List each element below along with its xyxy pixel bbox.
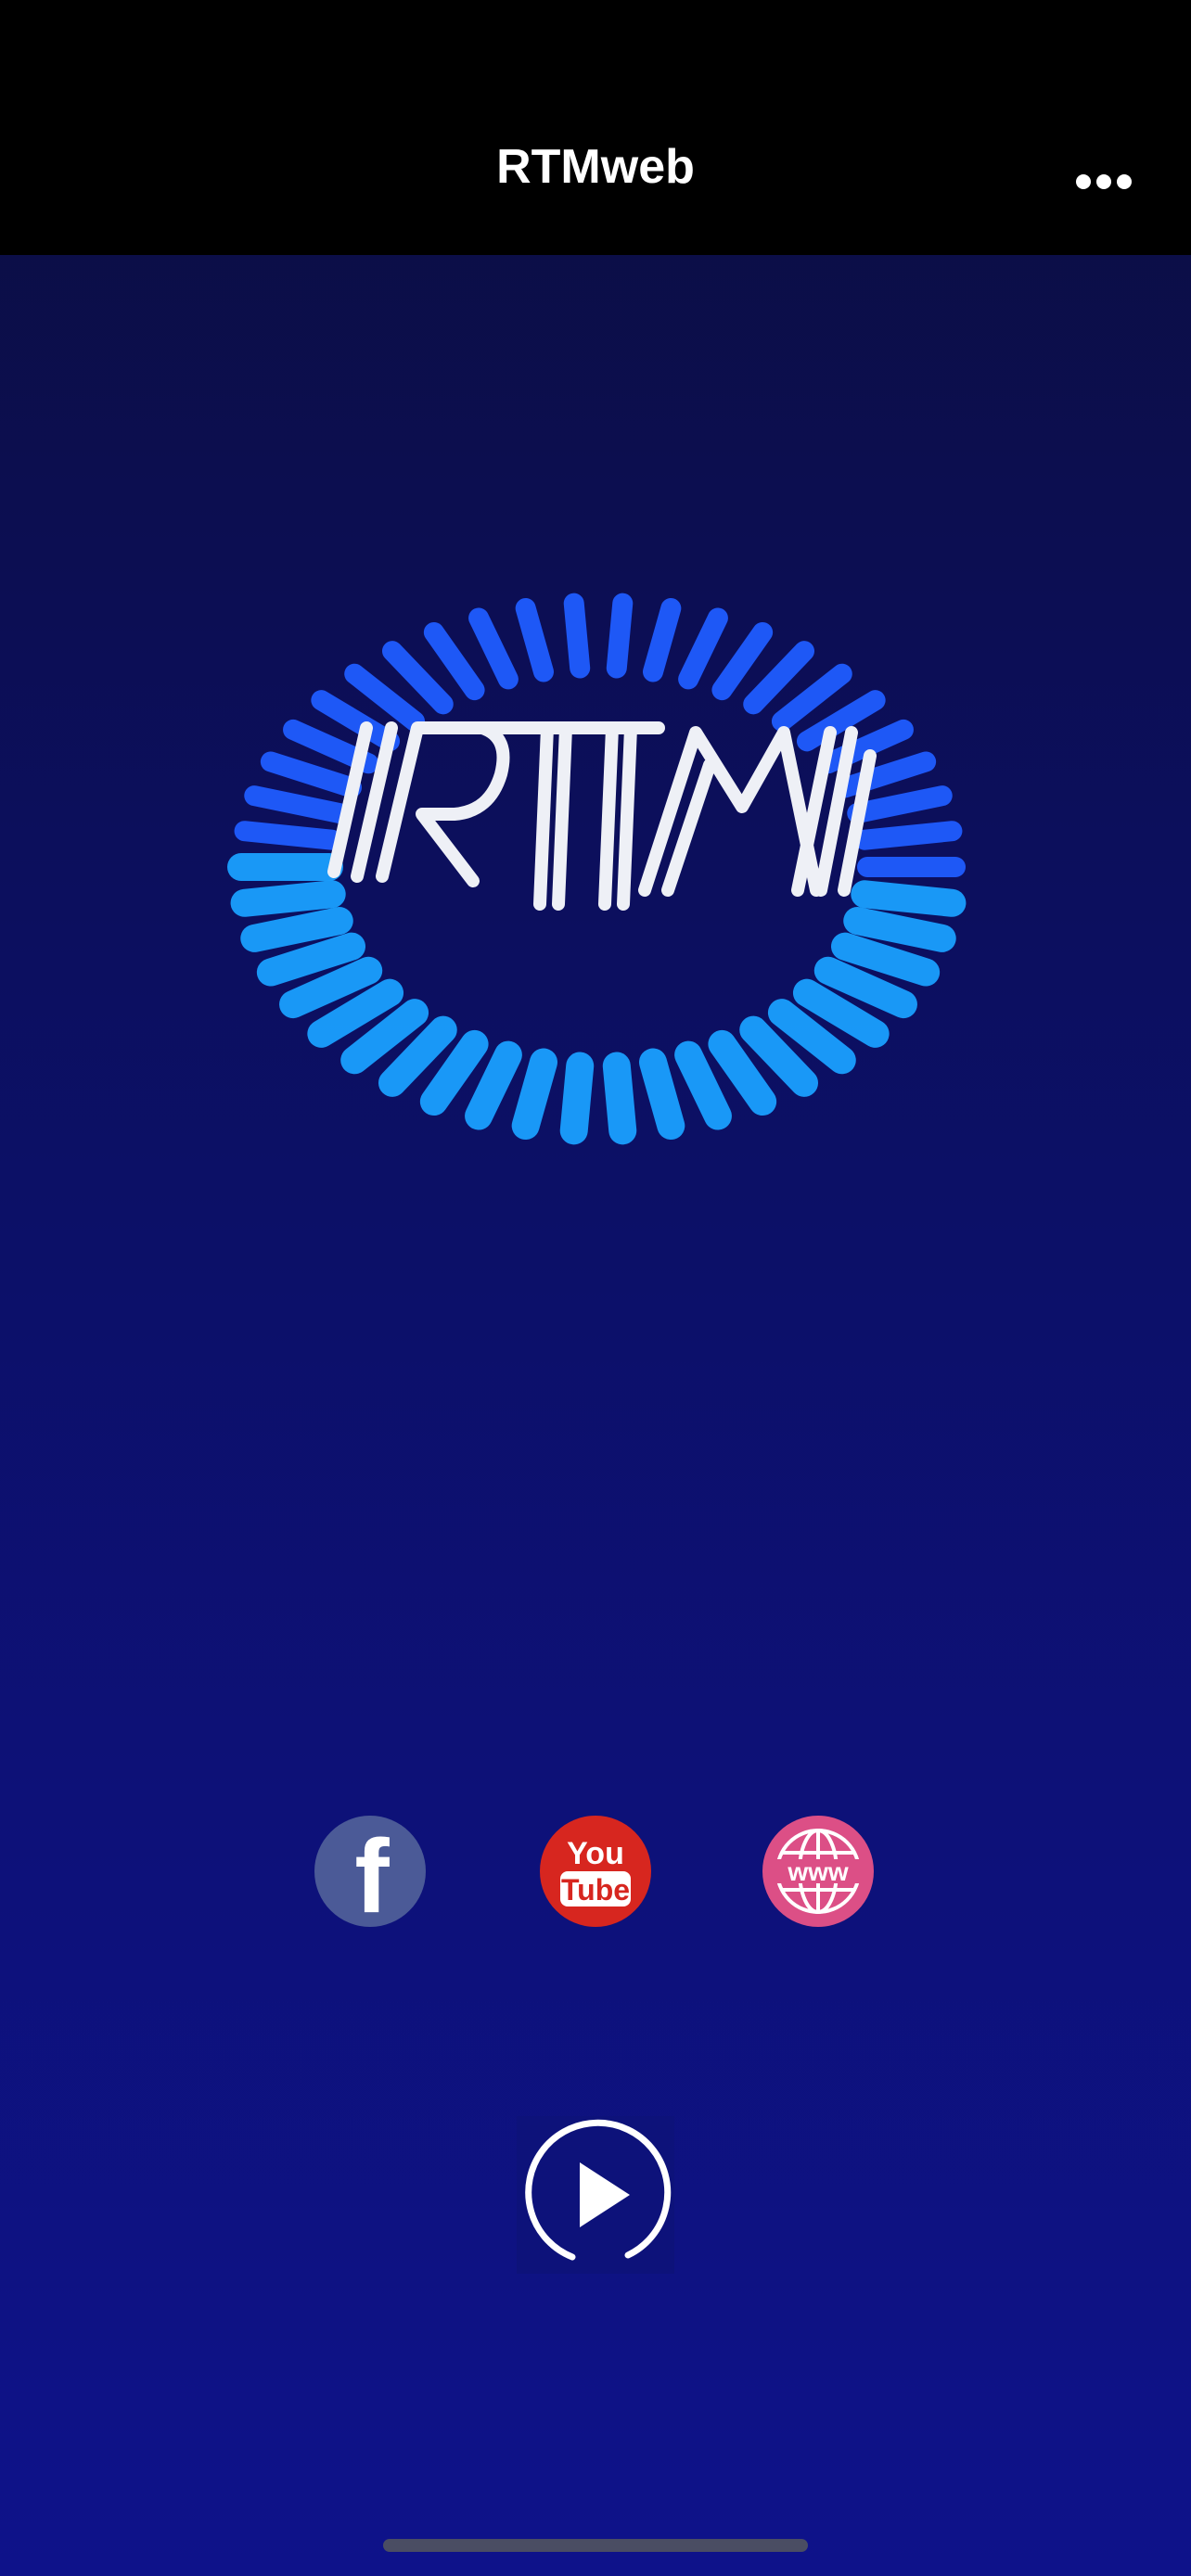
logo-ring-tick [854,821,963,850]
logo-ring-tick [743,641,815,715]
youtube-icon: You Tube [560,1836,631,1906]
home-indicator [383,2539,808,2552]
logo-ring-tick [643,597,682,682]
logo-ring-tick [834,751,937,798]
logo-ring-tick [847,785,953,823]
logo-ring-tick [240,907,353,952]
logo-ring-tick [511,1048,557,1141]
logo-ring-tick [851,880,967,917]
website-button[interactable]: www [762,1816,874,1927]
logo-ring-tick [563,593,591,679]
website-glyph: www [787,1857,849,1886]
play-icon [525,2119,672,2261]
facebook-button[interactable]: f [314,1816,426,1927]
logo-ring-tick [711,621,774,701]
youtube-button[interactable]: You Tube [540,1816,651,1927]
rtm-logo [176,556,1020,1196]
youtube-line1: You [567,1836,624,1871]
more-options-button[interactable] [1057,156,1150,208]
play-button[interactable] [517,2116,674,2274]
youtube-line2: Tube [561,1873,630,1906]
logo-ring-tick [234,821,342,850]
logo-ring-tick [843,907,956,952]
logo-ring-tick [244,785,350,823]
logo-ring-tick [602,1052,637,1145]
logo-ring-tick [674,1040,732,1130]
facebook-icon: f [354,1818,390,1927]
logo-ring-tick [465,1040,522,1130]
facebook-glyph: f [354,1818,390,1927]
page-title: RTMweb [496,140,695,194]
logo-ring-tick [639,1048,685,1141]
logo-ring-tick [423,621,485,701]
app-screen: RTMweb f You Tube www [0,0,1191,2576]
globe-www-icon: www [775,1829,861,1914]
logo-ring-tick [230,880,346,917]
logo-ring-tick [468,607,519,690]
logo-ring-tick [260,751,363,798]
ellipsis-icon [1076,174,1132,189]
nav-bar: RTMweb [0,0,1191,255]
logo-ring-tick [515,597,554,682]
logo-ring-tick [381,641,454,715]
logo-ring-tick [606,593,634,679]
logo-letters [327,721,877,911]
logo-ring-tick [678,607,728,690]
logo-ring-tick [559,1052,595,1145]
